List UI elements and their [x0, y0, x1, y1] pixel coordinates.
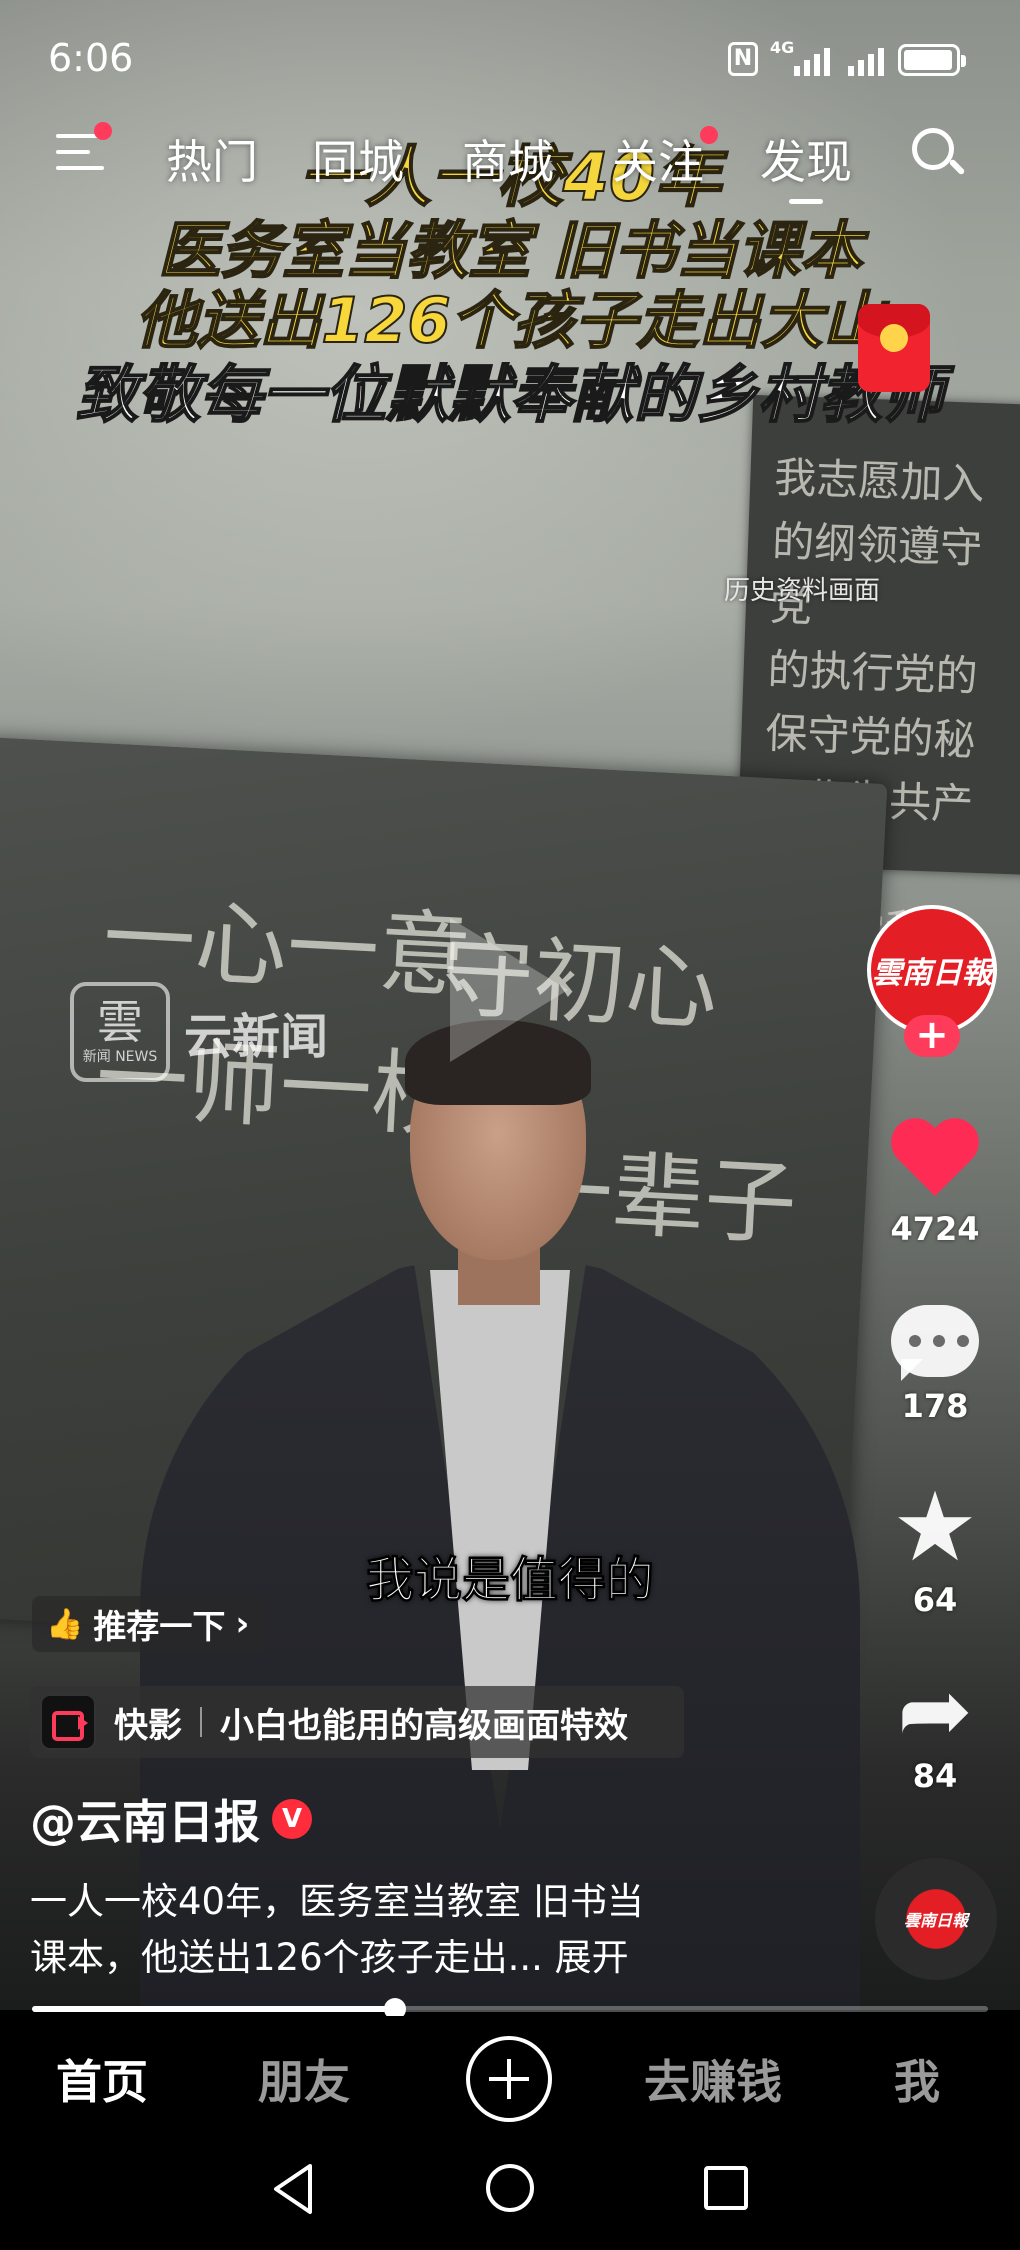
recent-apps-icon[interactable]: [704, 2166, 748, 2210]
verified-badge-icon: V: [272, 1799, 312, 1839]
watermark: 雲 新闻 NEWS 云新闻: [70, 982, 328, 1082]
kuaiying-app-icon: [40, 1694, 96, 1750]
progress-fill: [32, 2006, 396, 2012]
watermark-logo: 雲 新闻 NEWS: [70, 982, 170, 1082]
back-icon[interactable]: [270, 2162, 316, 2216]
search-icon[interactable]: [910, 126, 966, 182]
like-count: 4724: [890, 1210, 980, 1248]
heart-icon: [890, 1120, 980, 1204]
overlay-tag: 历史资料画面: [724, 576, 881, 606]
network-type: 4G: [770, 38, 795, 57]
nfc-icon: N: [728, 42, 758, 76]
home-icon[interactable]: [486, 2164, 534, 2212]
top-nav: 热门 同城 商城 关注 发现: [0, 120, 1020, 204]
tab-home[interactable]: 首页: [56, 2046, 148, 2112]
teacher-figure: [140, 1010, 860, 2010]
share-button[interactable]: ➦ 84: [862, 1658, 1008, 1796]
watermark-text: 云新闻: [184, 1009, 329, 1065]
share-count: 84: [912, 1757, 958, 1795]
star-icon: ★: [891, 1471, 979, 1583]
following-notification-dot: [700, 126, 718, 144]
thumbs-up-icon: 👍: [46, 1606, 84, 1642]
create-button[interactable]: [466, 2036, 552, 2122]
description-line: 一人一校40年，医务室当教室 旧书当: [30, 1880, 644, 1923]
tab-local[interactable]: 同城: [312, 126, 404, 192]
chalk-line: 保守党的秘: [764, 708, 977, 765]
promo-banner[interactable]: 快影 小白也能用的高级画面特效: [30, 1686, 684, 1758]
author-handle[interactable]: @云南日报: [30, 1786, 260, 1852]
share-icon: ➦: [897, 1658, 973, 1763]
progress-bar[interactable]: [32, 1998, 988, 2020]
promo-text: 小白也能用的高级画面特效: [220, 1705, 628, 1746]
tab-earn[interactable]: 去赚钱: [644, 2046, 782, 2112]
recommend-button[interactable]: 👍 推荐一下 ›: [32, 1596, 270, 1652]
like-button[interactable]: 4724: [862, 1120, 1008, 1248]
description-line: 课本，他送出126个孩子走出... 展开: [30, 1936, 629, 1979]
follow-button[interactable]: +: [904, 1015, 960, 1057]
chalk-line: 的执行党的: [766, 644, 979, 701]
video-description[interactable]: 一人一校40年，医务室当教室 旧书当 课本，他送出126个孩子走出... 展开: [30, 1874, 750, 1986]
tab-friends[interactable]: 朋友: [258, 2046, 350, 2112]
status-time: 6:06: [48, 36, 134, 80]
promo-app-name: 快影: [114, 1705, 182, 1746]
avatar-text: 雲南日報: [872, 956, 992, 991]
music-disc-text: 雲南日報: [903, 1911, 968, 1930]
play-icon[interactable]: [450, 918, 568, 1062]
tab-me[interactable]: 我: [894, 2046, 940, 2112]
system-nav-bar: [0, 2132, 1020, 2250]
comment-button[interactable]: 178: [862, 1305, 1008, 1425]
tab-hot[interactable]: 热门: [166, 126, 258, 192]
red-packet-icon[interactable]: [858, 304, 930, 392]
chalk-line: 我志愿加入: [773, 452, 986, 510]
watermark-logo-sub: 新闻 NEWS: [82, 1049, 158, 1065]
tab-mall[interactable]: 商城: [462, 126, 554, 192]
tab-following[interactable]: 关注: [612, 126, 704, 192]
battery-icon: [898, 44, 966, 76]
favorite-button[interactable]: ★ 64: [862, 1471, 1008, 1619]
comment-icon: [891, 1305, 979, 1381]
menu-notification-dot: [94, 122, 112, 140]
status-bar: 6:06 N 4G: [0, 0, 1020, 120]
bottom-tab-bar: 首页 朋友 去赚钱 我: [0, 2016, 1020, 2132]
watermark-logo-glyph: 雲: [97, 995, 143, 1049]
author-info[interactable]: @云南日报 V: [30, 1786, 312, 1852]
favorite-count: 64: [912, 1581, 958, 1619]
recommend-label: 推荐一下: [93, 1607, 226, 1646]
divider: [200, 1707, 202, 1737]
menu-icon[interactable]: [56, 134, 104, 174]
cellular-signal-icon: [794, 44, 830, 76]
chevron-right-icon: ›: [235, 1604, 250, 1644]
music-disc[interactable]: 雲南日報: [875, 1858, 997, 1980]
comment-count: 178: [901, 1387, 969, 1425]
tab-discover[interactable]: 发现: [760, 126, 852, 204]
battery-fill: [904, 50, 952, 70]
cellular-signal-icon-2: [848, 44, 884, 76]
